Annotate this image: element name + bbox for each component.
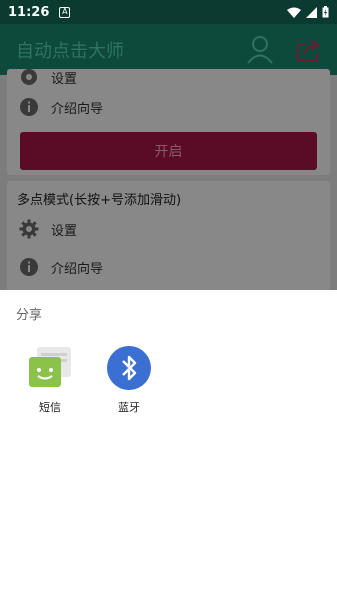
settings-row-2[interactable]: 设置	[19, 219, 77, 239]
single-mode-card: 设置 介绍向导 开启	[7, 69, 330, 175]
share-target-label: 短信	[39, 401, 61, 414]
battery-icon	[322, 6, 329, 18]
settings-label-2: 设置	[51, 223, 78, 239]
guide-label-2: 介绍向导	[51, 261, 104, 277]
info-icon	[20, 98, 38, 116]
share-export-icon[interactable]	[295, 37, 321, 63]
share-target-sms[interactable]: 短信	[20, 345, 80, 415]
user-icon[interactable]	[247, 35, 273, 64]
status-time: 11:26	[8, 4, 50, 20]
app-title: 自动点击大师	[16, 40, 124, 62]
info-icon	[20, 258, 38, 276]
share-target-bluetooth[interactable]: 蓝牙	[99, 345, 159, 415]
main-content: 设置 介绍向导 开启 多点模式(长按+号添加滑动) 设置 介绍向导	[0, 69, 337, 293]
notification-icon: A	[59, 6, 71, 18]
bluetooth-icon	[107, 346, 151, 390]
status-icons	[287, 6, 329, 18]
sms-app-icon	[29, 347, 71, 387]
status-bar: 11:26 A	[0, 0, 337, 24]
share-target-label: 蓝牙	[118, 401, 140, 414]
share-sheet-title: 分享	[16, 308, 43, 323]
guide-row[interactable]: 介绍向导	[19, 97, 103, 117]
multi-mode-title: 多点模式(长按+号添加滑动)	[17, 193, 182, 208]
share-sheet: 分享 短信 蓝牙	[0, 290, 337, 600]
gear-icon	[19, 219, 39, 239]
start-button[interactable]: 开启	[20, 132, 317, 170]
multi-mode-card: 多点模式(长按+号添加滑动) 设置 介绍向导	[7, 181, 330, 293]
guide-row-2[interactable]: 介绍向导	[19, 257, 103, 277]
signal-icon	[306, 6, 317, 18]
wifi-icon	[287, 7, 301, 18]
gear-icon	[21, 69, 37, 85]
guide-label: 介绍向导	[51, 101, 104, 117]
settings-row[interactable]: 设置	[19, 67, 77, 87]
settings-label: 设置	[51, 71, 78, 87]
